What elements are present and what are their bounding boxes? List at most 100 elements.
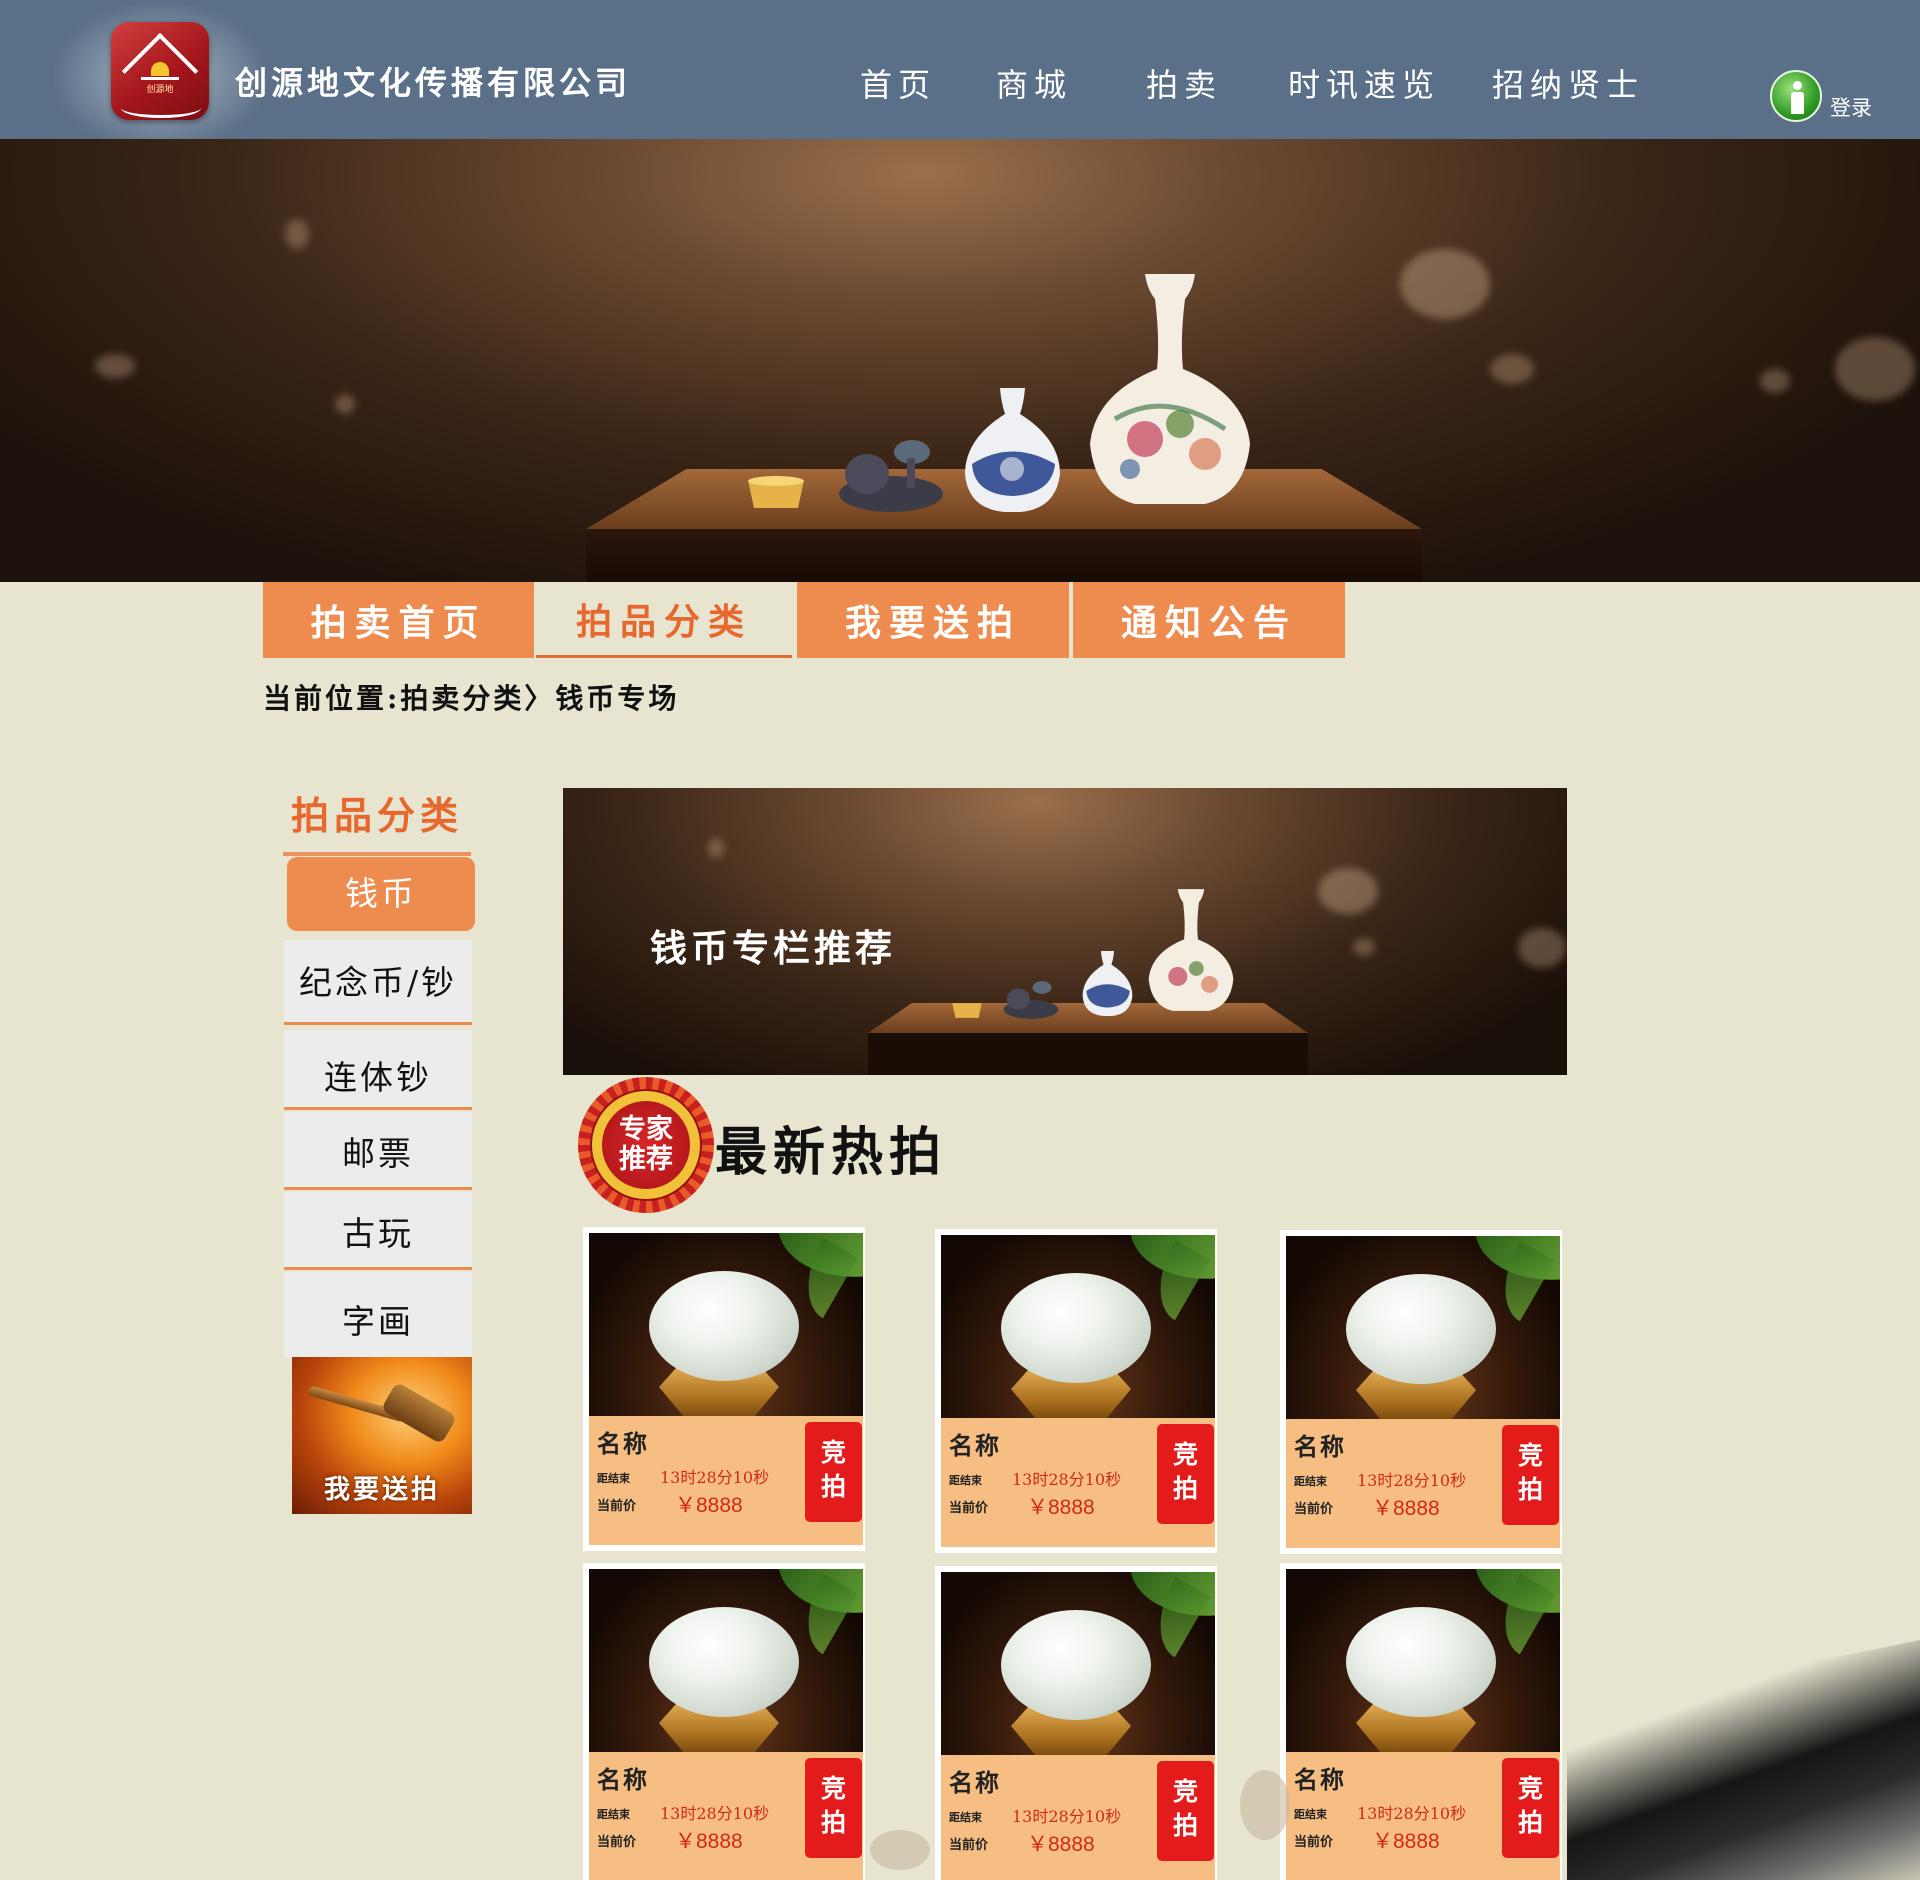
sidebar-item-calligraphy[interactable]: 字画 [284,1272,472,1358]
time-left-label: 距结束 [1294,1475,1327,1488]
nav-item-mall[interactable]: 商城 [996,60,1072,106]
product-info: 名称 距结束 13时28分10秒 当前价 ￥8888 竞拍 [941,1755,1215,1880]
nav-item-auction[interactable]: 拍卖 [1146,60,1222,106]
bronze-lion-image [839,440,943,512]
product-image[interactable] [941,1572,1215,1755]
login-button[interactable]: 登录 [1770,70,1880,126]
gavel-icon [380,1381,458,1445]
bokeh-dot [1353,938,1375,956]
blue-white-vase-image [1082,951,1133,1016]
sidebar-title: 拍品分类 [283,785,471,856]
nav-item-news[interactable]: 时讯速览 [1288,60,1440,106]
product-image[interactable] [589,1569,863,1752]
time-left-value: 13时28分10秒 [660,1804,770,1823]
product-card[interactable]: 名称 距结束 13时28分10秒 当前价 ￥8888 竞拍 [1280,1563,1562,1880]
product-info: 名称 距结束 13时28分10秒 当前价 ￥8888 竞拍 [589,1416,863,1545]
ink-dab [870,1830,930,1870]
product-card[interactable]: 名称 距结束 13时28分10秒 当前价 ￥8888 竞拍 [935,1566,1217,1880]
product-image[interactable] [1286,1236,1560,1419]
sidebar-item-uncut-sheets[interactable]: 连体钞 [284,1030,472,1110]
tab-submit-item[interactable]: 我要送拍 [797,582,1069,658]
bid-button[interactable]: 竞拍 [805,1422,862,1522]
sidebar-item-antiques[interactable]: 古玩 [284,1192,472,1270]
user-icon [1770,70,1822,122]
submit-item-banner[interactable]: 我要送拍 [292,1357,472,1514]
bid-button-line1: 竞 [1517,1774,1543,1803]
current-price-value: ￥8888 [675,1494,743,1517]
logo-base-line [141,77,179,80]
wooden-table-front [868,1033,1308,1075]
category-banner: 钱币专栏推荐 [563,788,1567,1075]
bokeh-dot [1518,928,1566,968]
sidebar-item-stamps[interactable]: 邮票 [284,1112,472,1190]
bid-button[interactable]: 竞拍 [1502,1425,1559,1525]
bid-button-line2: 拍 [820,1808,846,1837]
time-left-label: 距结束 [1294,1808,1327,1821]
logo-swoosh [121,98,201,118]
bid-button[interactable]: 竞拍 [1157,1424,1214,1524]
current-price-label: 当前价 [949,1501,989,1516]
product-name[interactable]: 名称 [1294,1427,1346,1462]
product-name[interactable]: 名称 [597,1424,649,1459]
product-image[interactable] [589,1233,863,1416]
tab-notices[interactable]: 通知公告 [1073,582,1345,658]
sidebar-item-commemorative[interactable]: 纪念币/钞 [284,940,472,1025]
current-price-value: ￥8888 [1372,1830,1440,1853]
porcelain-vase-image [1148,889,1234,1011]
product-name[interactable]: 名称 [949,1426,1001,1461]
sidebar-item-coins[interactable]: 钱币 [287,857,475,931]
bid-button-line2: 拍 [1172,1811,1198,1840]
breadcrumb: 当前位置:拍卖分类〉钱币专场 [263,682,680,715]
nav-item-home[interactable]: 首页 [860,60,936,106]
product-info: 名称 距结束 13时28分10秒 当前价 ￥8888 竞拍 [1286,1419,1560,1548]
product-card[interactable]: 名称 距结束 13时28分10秒 当前价 ￥8888 竞拍 [935,1229,1217,1553]
current-price-value: ￥8888 [1027,1496,1095,1519]
product-image[interactable] [1286,1569,1560,1752]
product-name[interactable]: 名称 [1294,1760,1346,1795]
product-card[interactable]: 名称 距结束 13时28分10秒 当前价 ￥8888 竞拍 [583,1563,865,1880]
bokeh-dot [1760,369,1790,393]
seal-text-line1: 专家 [619,1114,673,1145]
wooden-table-front [586,529,1422,582]
product-info: 名称 距结束 13时28分10秒 当前价 ￥8888 竞拍 [1286,1752,1560,1880]
bid-button-line2: 拍 [1172,1474,1198,1503]
nav-item-careers[interactable]: 招纳贤士 [1492,60,1644,106]
product-card[interactable]: 名称 距结束 13时28分10秒 当前价 ￥8888 竞拍 [1280,1230,1562,1554]
product-name[interactable]: 名称 [597,1760,649,1795]
product-card[interactable]: 名称 距结束 13时28分10秒 当前价 ￥8888 竞拍 [583,1227,865,1551]
bid-button[interactable]: 竞拍 [805,1758,862,1858]
ink-brush-decoration [1567,1640,1920,1880]
bokeh-dot [335,394,355,414]
product-info: 名称 距结束 13时28分10秒 当前价 ￥8888 竞拍 [941,1418,1215,1547]
bid-button[interactable]: 竞拍 [1157,1761,1214,1861]
seal-core: 专家 推荐 [602,1101,690,1189]
product-image[interactable] [941,1235,1215,1418]
time-left-value: 13时28分10秒 [1012,1807,1122,1826]
hero-banner [0,139,1920,582]
bid-button[interactable]: 竞拍 [1502,1758,1559,1858]
submit-item-label: 我要送拍 [323,1475,440,1505]
current-price-value: ￥8888 [1027,1833,1095,1856]
section-title: 最新热拍 [715,1122,948,1183]
tab-categories[interactable]: 拍品分类 [536,582,792,658]
category-banner-title: 钱币专栏推荐 [650,926,896,970]
jade-disc [649,1607,799,1717]
expert-recommend-seal-icon: 专家 推荐 [578,1077,714,1213]
jade-disc [1346,1607,1496,1717]
company-logo[interactable]: 创源地 [111,22,209,120]
jade-disc [1346,1274,1496,1384]
bokeh-dot [285,219,309,249]
bokeh-dot [95,354,135,378]
login-label: 登录 [1830,96,1872,120]
tab-auction-home[interactable]: 拍卖首页 [263,582,534,658]
seal-text-line2: 推荐 [619,1144,673,1175]
bokeh-dot [708,838,724,858]
bokeh-dot [1835,337,1915,401]
blue-white-vase-image [965,388,1060,512]
ink-dab [1240,1770,1290,1840]
bid-button-line2: 拍 [1517,1475,1543,1504]
time-left-label: 距结束 [949,1811,982,1824]
product-name[interactable]: 名称 [949,1763,1001,1798]
bid-button-line1: 竞 [1517,1441,1543,1470]
seal-ring: 专家 推荐 [590,1089,702,1201]
